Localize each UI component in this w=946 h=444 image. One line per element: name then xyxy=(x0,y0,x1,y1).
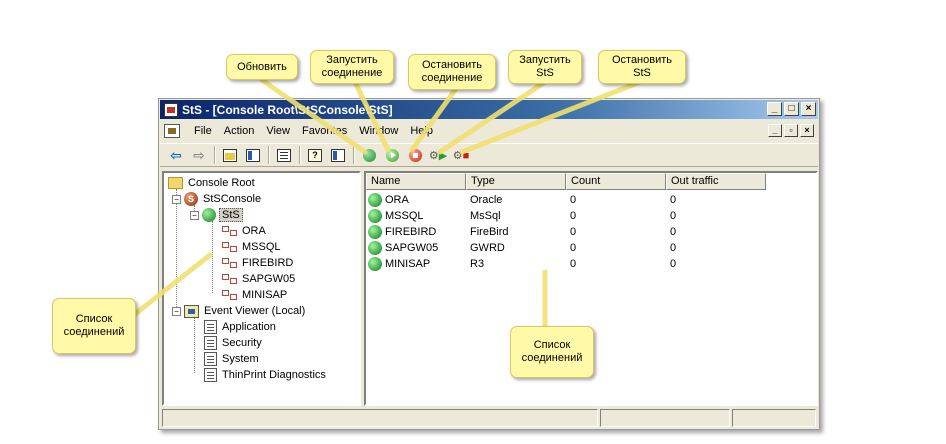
stage: StS - [Console Root\StSConsole\StS] _ □ … xyxy=(0,0,946,444)
callout-tree-connections: Список соединений xyxy=(52,298,136,354)
callout-start-sts: Запустить StS xyxy=(508,50,582,84)
callout-refresh: Обновить xyxy=(226,54,298,80)
callout-start-connection: Запустить соединение xyxy=(310,50,394,84)
callout-list-connections: Список соединений xyxy=(510,326,594,378)
callout-stop-connection: Остановить соединение xyxy=(408,54,496,90)
callout-stop-sts: Остановить StS xyxy=(598,50,686,84)
